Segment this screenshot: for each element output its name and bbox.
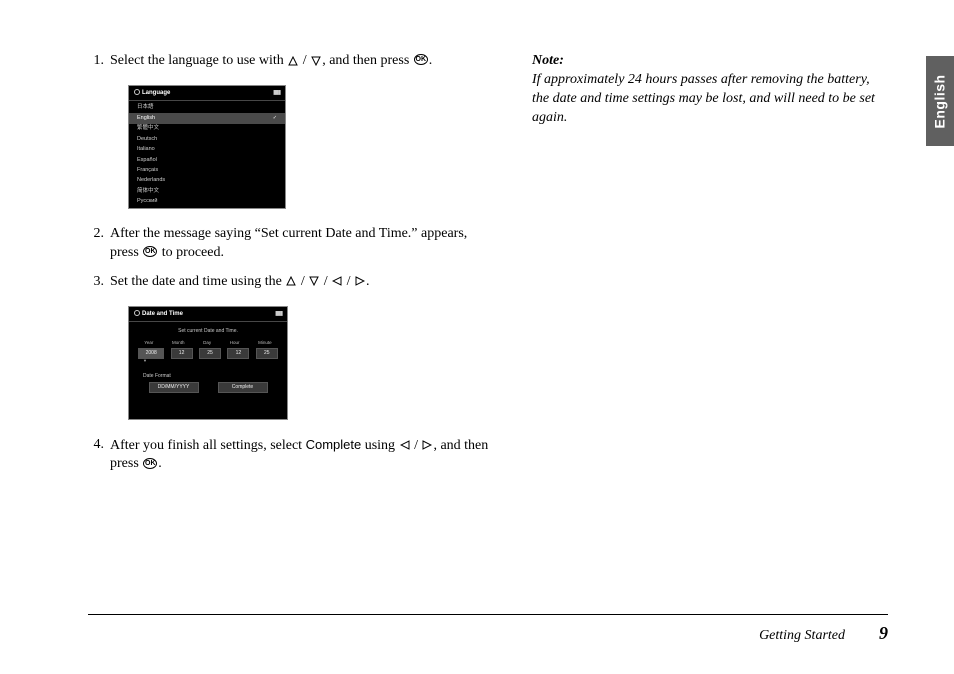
datetime-screen-figure: Date and Time ▮▮▮ Set current Date and T… — [128, 306, 288, 420]
step-4: 4. After you finish all settings, select… — [88, 436, 498, 475]
step-number: 1. — [88, 52, 110, 71]
arrow-up-icon — [288, 56, 298, 66]
step-body: Set the date and time using the / / / . — [110, 273, 498, 292]
list-item: Русский — [129, 197, 285, 207]
list-item: Italiano — [129, 145, 285, 155]
step-number: 4. — [88, 436, 110, 475]
complete-button-figure: Complete — [218, 382, 268, 393]
ok-button-icon — [143, 246, 157, 257]
arrow-left-icon — [400, 440, 410, 450]
dt-bottom-row: DD/MM/YYYY Complete — [129, 382, 287, 393]
right-column: Note: If approximately 24 hours passes a… — [532, 52, 887, 484]
list-item: 日本語 — [129, 103, 285, 113]
list-item: Español — [129, 155, 285, 165]
date-format-label: Date Format — [129, 363, 287, 382]
step-body: After the message saying “Set current Da… — [110, 225, 498, 263]
list-item-selected: English — [129, 113, 285, 123]
side-tab-label: English — [931, 74, 950, 128]
steps-list: 1. Select the language to use with / , a… — [88, 52, 498, 474]
list-item: Français — [129, 166, 285, 176]
step-number: 2. — [88, 225, 110, 263]
step-number: 3. — [88, 273, 110, 292]
figure-titlebar: Language ▮▮▮ — [129, 86, 285, 101]
complete-ui-label: Complete — [306, 437, 362, 452]
arrow-left-icon — [332, 276, 342, 286]
battery-icon: ▮▮▮ — [275, 310, 282, 318]
gear-icon — [134, 89, 140, 95]
arrow-down-icon — [309, 276, 319, 286]
footer-section: Getting Started — [759, 627, 845, 646]
step-2: 2. After the message saying “Set current… — [88, 225, 498, 263]
language-screen-figure: Language ▮▮▮ 日本語 English 繁體中文 Deutsch It… — [128, 85, 286, 209]
list-item: 简体中文 — [129, 186, 285, 196]
list-item: Nederlands — [129, 176, 285, 186]
content-columns: 1. Select the language to use with / , a… — [88, 52, 914, 484]
step-3: 3. Set the date and time using the / / /… — [88, 273, 498, 292]
footer-page-number: 9 — [879, 621, 888, 645]
list-item: Deutsch — [129, 134, 285, 144]
figure-message: Set current Date and Time. — [129, 322, 287, 341]
date-format-value: DD/MM/YYYY — [149, 382, 199, 393]
figure-titlebar: Date and Time ▮▮▮ — [129, 307, 287, 322]
language-side-tab: English — [926, 56, 954, 146]
page-footer: Getting Started 9 — [88, 614, 888, 646]
dt-labels-row: Year Month Day Hour Minute — [129, 340, 287, 346]
clock-icon — [134, 310, 140, 316]
note-heading: Note: — [532, 52, 887, 71]
list-item: 繁體中文 — [129, 124, 285, 134]
ok-button-icon — [414, 54, 428, 65]
arrow-down-icon — [311, 56, 321, 66]
step-1: 1. Select the language to use with / , a… — [88, 52, 498, 71]
battery-icon: ▮▮▮ — [273, 89, 280, 97]
arrow-right-icon — [355, 276, 365, 286]
step-body: After you finish all settings, select Co… — [110, 436, 498, 475]
step-body: Select the language to use with / , and … — [110, 52, 498, 71]
arrow-right-icon — [422, 440, 432, 450]
dt-values-row: 2008 12 25 12 25 — [129, 348, 287, 359]
arrow-up-icon — [286, 276, 296, 286]
left-column: 1. Select the language to use with / , a… — [88, 52, 498, 484]
note-body: If approximately 24 hours passes after r… — [532, 71, 887, 128]
ok-button-icon — [143, 458, 157, 469]
language-list: 日本語 English 繁體中文 Deutsch Italiano Españo… — [129, 101, 285, 209]
